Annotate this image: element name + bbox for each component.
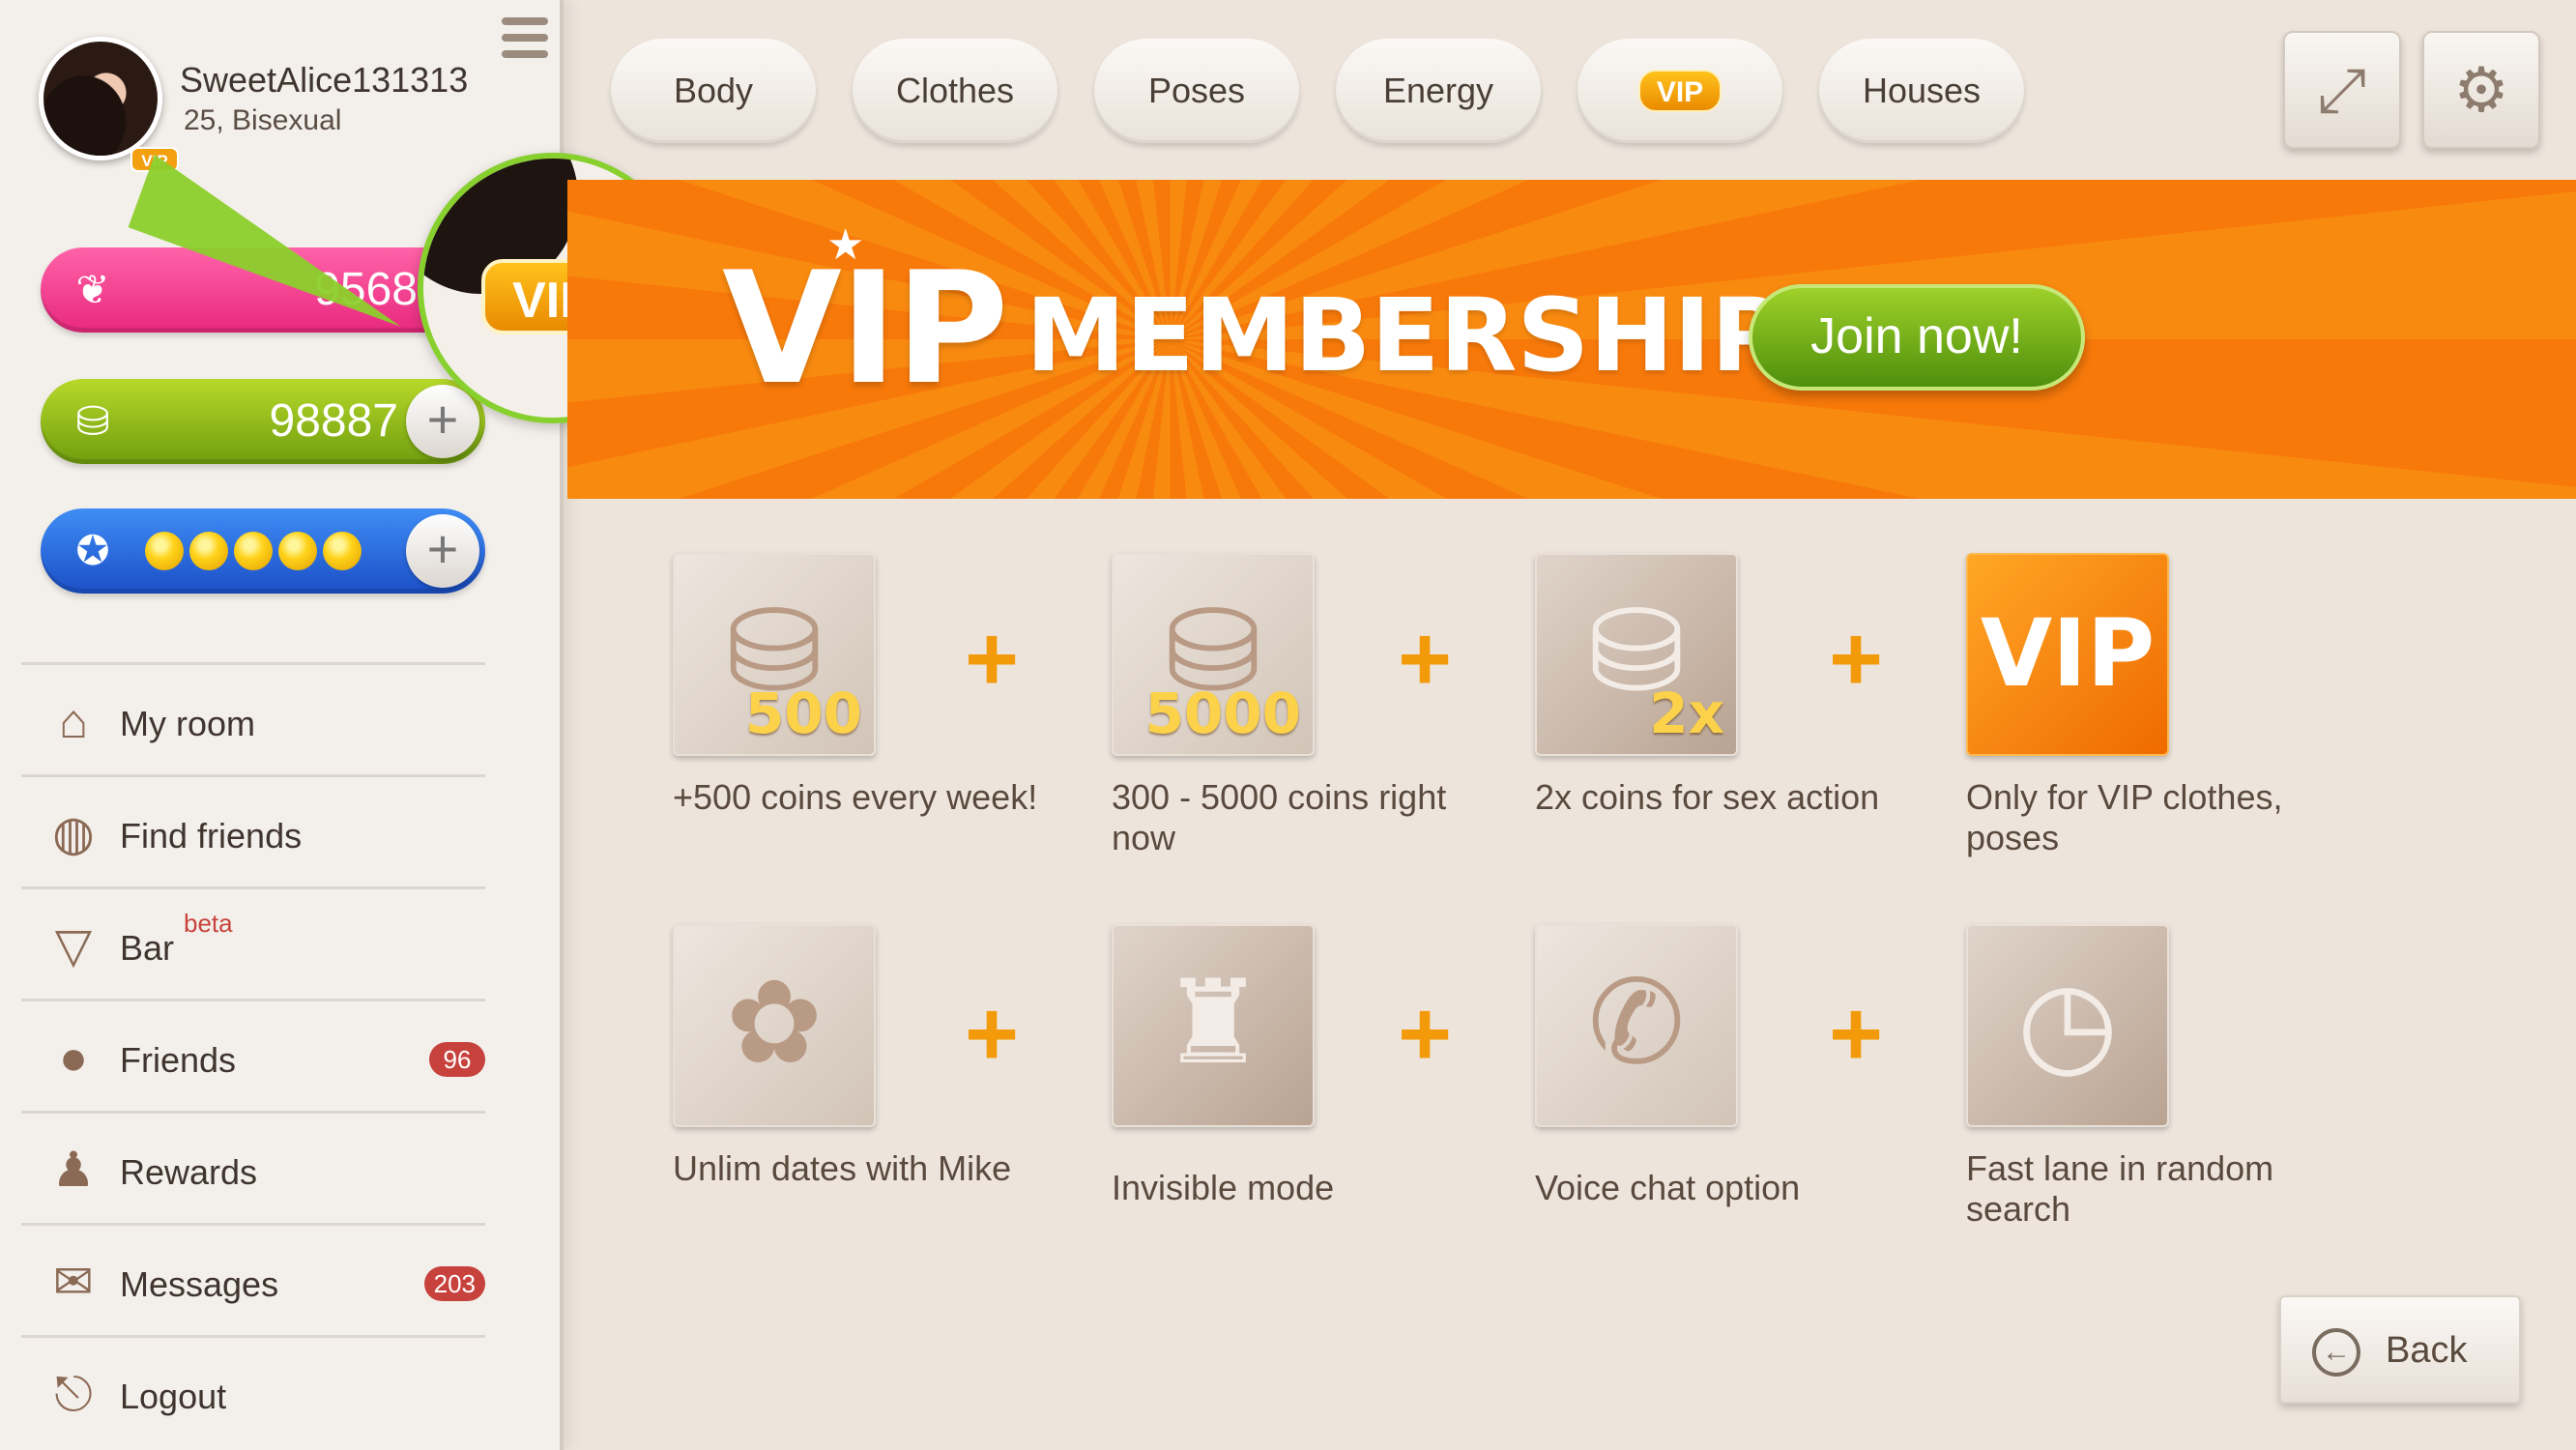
energy-ticket-icon: ✪: [75, 528, 110, 573]
expand-button[interactable]: ⤢: [2283, 31, 2401, 149]
menu-label: Messages: [120, 1264, 279, 1304]
banner-membership-text: MEMBERSHIP: [1026, 276, 1785, 394]
benefit-caption: Invisible mode: [1112, 1168, 1335, 1207]
menu-label: My room: [120, 704, 256, 743]
menu-item-my-room[interactable]: ⌂ My room: [21, 662, 485, 774]
plus-sign: +: [1828, 982, 1884, 1086]
plus-sign: +: [964, 982, 1020, 1086]
benefit-caption: 300 - 5000 coins right now: [1112, 777, 1447, 857]
menu-label: Friends: [120, 1040, 237, 1080]
star-icon: ★: [826, 221, 865, 269]
coin-stack-icon: ⛁ 500: [673, 553, 876, 756]
energy-dot: [278, 532, 317, 570]
benefit-caption: Only for VIP clothes, poses: [1966, 777, 2283, 857]
vip-star-icon: VIP: [1966, 553, 2169, 756]
coin-stack-icon: ⛁ 5000: [1112, 553, 1315, 756]
benefit-caption: Unlim dates with Mike: [673, 1148, 1012, 1188]
user-info: 25, Bisexual: [184, 104, 342, 136]
back-arrow-icon: ←: [2312, 1328, 2360, 1377]
join-now-button[interactable]: Join now!: [1749, 284, 2085, 391]
tab-body[interactable]: Body: [611, 39, 816, 143]
plus-sign: +: [1828, 607, 1884, 710]
energy-dot: [145, 532, 184, 570]
cocktail-icon: ▽: [54, 918, 93, 972]
energy-dots: [145, 532, 362, 570]
spy-icon: ♜: [1112, 924, 1315, 1127]
benefit-fast-lane: ◷ Fast lane in random search: [1966, 924, 2333, 1230]
menu-item-bar[interactable]: ▽ Bar beta: [21, 886, 485, 999]
category-tabs: Body Clothes Poses Energy VIP Houses: [611, 39, 2024, 143]
flower-bouquet-icon: ✿: [673, 924, 876, 1127]
tile-badge: 500: [744, 681, 862, 746]
house-icon: ⌂: [58, 694, 89, 748]
gear-icon: ⚙: [2453, 55, 2509, 125]
menu-label: Rewards: [120, 1152, 258, 1192]
main-menu: ⌂ My room ◍ Find friends ▽ Bar beta ● Fr…: [21, 662, 485, 1447]
menu-label: Find friends: [120, 816, 303, 856]
menu-item-find-friends[interactable]: ◍ Find friends: [21, 774, 485, 886]
energy-dot: [234, 532, 273, 570]
person-gift-icon: ♟: [51, 1143, 96, 1197]
menu-label: Logout: [120, 1377, 227, 1416]
tab-houses[interactable]: Houses: [1819, 39, 2024, 143]
coins-value: 98887: [269, 395, 398, 447]
menu-item-logout[interactable]: ⎋ Logout: [21, 1335, 485, 1447]
settings-button[interactable]: ⚙: [2422, 31, 2540, 149]
coins-balance: ⛁ 98887 +: [41, 379, 485, 464]
hamburger-menu-icon[interactable]: [502, 17, 548, 70]
messages-count-badge: 203: [423, 1266, 485, 1301]
exit-door-icon: ⎋: [54, 1367, 93, 1421]
strawberry-icon: ❦: [75, 267, 110, 312]
tile-badge: 2x: [1649, 681, 1724, 746]
avatar[interactable]: [39, 37, 162, 160]
tab-vip-label: VIP: [1638, 70, 1722, 112]
tile-vip-text: VIP: [1980, 599, 2156, 708]
clock-icon: ◷: [1966, 924, 2169, 1127]
back-button[interactable]: ← Back: [2279, 1295, 2521, 1404]
phone-icon: ✆: [1535, 924, 1738, 1127]
benefit-caption: +500 coins every week!: [673, 777, 1038, 817]
vip-banner: VIP ★ MEMBERSHIP Join now!: [567, 180, 2576, 499]
envelope-icon: ✉: [53, 1255, 94, 1309]
coins-icon: ⛁: [75, 398, 110, 444]
plus-sign: +: [964, 607, 1020, 710]
tile-badge: 5000: [1144, 681, 1301, 746]
menu-item-rewards[interactable]: ♟ Rewards: [21, 1111, 485, 1223]
tab-vip[interactable]: VIP: [1577, 39, 1782, 143]
expand-icon: ⤢: [2317, 55, 2367, 125]
benefit-vip-clothes: VIP Only for VIP clothes, poses: [1966, 553, 2333, 858]
back-label: Back: [2386, 1330, 2468, 1371]
person-icon: ●: [58, 1030, 89, 1085]
tab-clothes[interactable]: Clothes: [853, 39, 1057, 143]
tab-energy[interactable]: Energy: [1336, 39, 1541, 143]
plus-sign: +: [1397, 607, 1453, 710]
add-coins-button[interactable]: +: [406, 385, 479, 458]
benefit-caption: Fast lane in random search: [1966, 1148, 2274, 1229]
menu-item-messages[interactable]: ✉ Messages 203: [21, 1223, 485, 1335]
username: SweetAlice131313: [180, 60, 469, 100]
energy-dot: [189, 532, 228, 570]
plus-sign: +: [1397, 982, 1453, 1086]
globe-icon: ◍: [52, 806, 95, 860]
beta-tag: beta: [184, 909, 233, 938]
energy-dot: [323, 532, 362, 570]
tab-poses[interactable]: Poses: [1094, 39, 1299, 143]
energy-balance: ✪ +: [41, 508, 485, 594]
benefit-caption: Voice chat option: [1535, 1168, 1801, 1207]
benefit-caption: 2x coins for sex action: [1535, 777, 1880, 817]
menu-item-friends[interactable]: ● Friends 96: [21, 999, 485, 1111]
friends-count-badge: 96: [429, 1042, 485, 1077]
add-energy-button[interactable]: +: [406, 514, 479, 588]
menu-label: Bar: [120, 928, 175, 968]
coin-stack-icon: ⛁ 2x: [1535, 553, 1738, 756]
